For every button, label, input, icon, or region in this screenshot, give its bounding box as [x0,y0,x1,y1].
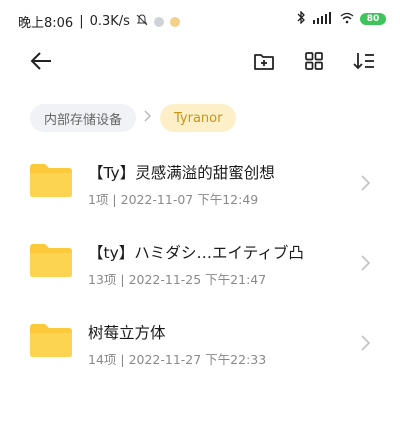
chevron-right-icon [360,175,372,191]
list-item[interactable]: 【Ty】灵感满溢的甜蜜创想 1项 | 2022-11-07 下午12:49 [0,145,400,225]
file-name: 【ty】ハミダシ…エイティブ凸 [88,244,304,262]
list-item[interactable]: 树莓立方体 14项 | 2022-11-27 下午22:33 [0,305,400,385]
toolbar [0,42,400,82]
grid-view-icon [304,51,324,75]
breadcrumb: 内部存储设备 Tyranor [30,104,237,132]
file-list: 【Ty】灵感满溢的甜蜜创想 1项 | 2022-11-07 下午12:49 【t… [0,145,400,385]
file-meta: 13项 | 2022-11-25 下午21:47 [88,272,267,287]
network-speed: 0.3K/s [89,14,130,29]
status-bar: 晚上8:06 | 0.3K/s 80 [0,0,400,40]
mute-icon [136,13,148,30]
clock: 晚上8:06 [18,16,74,31]
breadcrumb-root[interactable]: 内部存储设备 [30,104,137,132]
sort-icon [353,51,375,75]
app-notification-icon-2 [169,16,180,27]
grid-view-button[interactable] [301,50,327,76]
new-folder-button[interactable] [251,50,277,76]
file-meta: 1项 | 2022-11-07 下午12:49 [88,192,259,207]
back-arrow-icon [29,51,53,75]
file-name: 【Ty】灵感满溢的甜蜜创想 [88,164,275,182]
file-name: 树莓立方体 [88,324,166,342]
chevron-right-icon [360,255,372,271]
chevron-right-icon [360,335,372,351]
back-button[interactable] [28,50,54,76]
separator: | [79,14,84,29]
wifi-icon [340,12,354,27]
list-item[interactable]: 【ty】ハミダシ…エイティブ凸 13项 | 2022-11-25 下午21:47 [0,225,400,305]
breadcrumb-current[interactable]: Tyranor [160,104,237,132]
new-folder-icon [253,51,275,75]
chevron-right-icon [144,110,152,126]
folder-icon [30,243,72,277]
sort-button[interactable] [351,50,377,76]
folder-icon [30,323,72,357]
status-left: 晚上8:06 | 0.3K/s [18,12,180,31]
bluetooth-icon [296,10,306,27]
status-right: 80 [296,10,386,27]
file-meta: 14项 | 2022-11-27 下午22:33 [88,352,267,367]
app-notification-icon [153,16,164,27]
folder-icon [30,163,72,197]
battery-indicator: 80 [360,13,386,25]
signal-icon [312,11,334,27]
